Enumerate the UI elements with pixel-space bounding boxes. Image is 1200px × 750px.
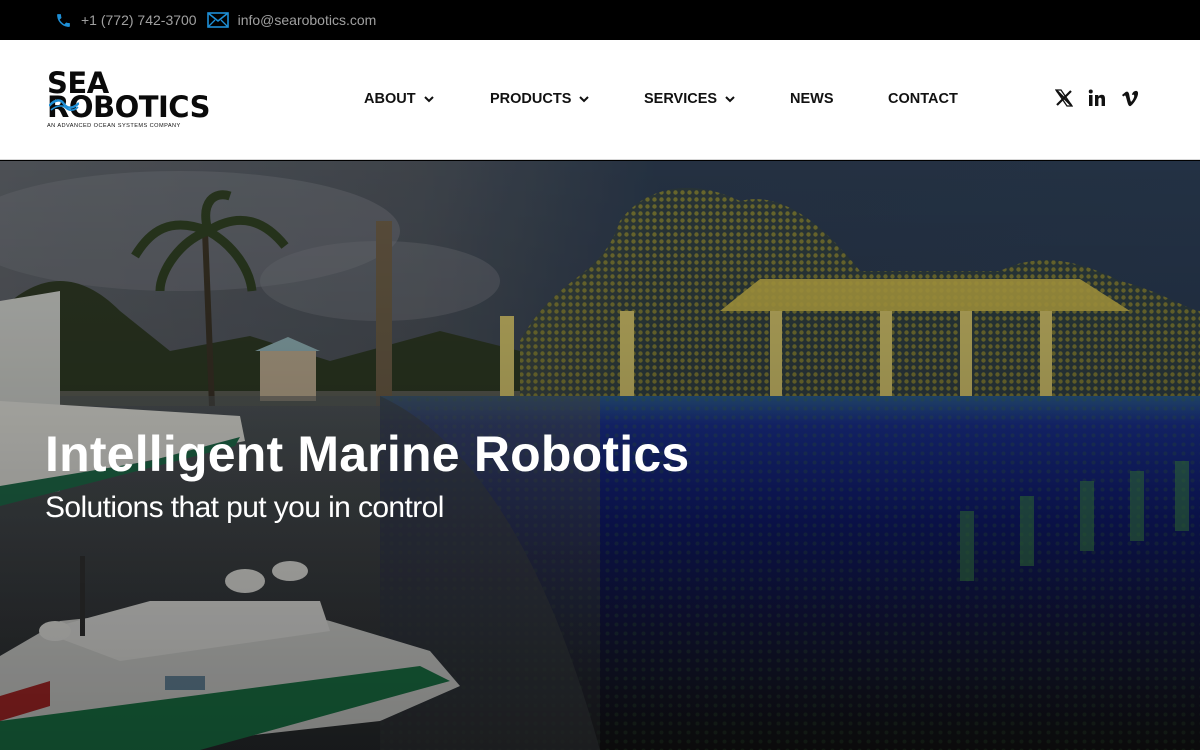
nav-label: NEWS	[790, 91, 834, 107]
nav-item-news[interactable]: NEWS	[790, 91, 834, 107]
nav-item-about[interactable]: ABOUT	[364, 91, 434, 107]
nav-item-contact[interactable]: CONTACT	[888, 91, 958, 107]
nav-label: PRODUCTS	[490, 91, 572, 107]
top-contact-bar: +1 (772) 742-3700 info@searobotics.com	[0, 0, 1200, 40]
chevron-down-icon	[725, 96, 735, 103]
nav-item-services[interactable]: SERVICES	[644, 91, 735, 107]
nav-label: SERVICES	[644, 91, 718, 107]
phone-icon	[57, 13, 70, 27]
envelope-icon	[206, 12, 229, 28]
email-address[interactable]: info@searobotics.com	[238, 12, 377, 28]
nav-item-products[interactable]: PRODUCTS	[490, 91, 590, 107]
vimeo-icon[interactable]	[1121, 90, 1139, 107]
site-header: SEA ROBOTICS AN ADVANCED OCEAN SYSTEMS C…	[0, 40, 1200, 160]
main-nav: ABOUT PRODUCTS SERVICES NEWS CONTACT	[0, 40, 1200, 160]
hero-title: Intelligent Marine Robotics	[45, 426, 690, 482]
phone-number[interactable]: +1 (772) 742-3700	[81, 12, 197, 28]
phone-contact[interactable]: +1 (772) 742-3700	[55, 12, 197, 29]
hero-banner: Intelligent Marine Robotics Solutions th…	[0, 161, 1200, 750]
nav-label: ABOUT	[364, 91, 416, 107]
linkedin-icon[interactable]	[1088, 89, 1106, 107]
nav-label: CONTACT	[888, 91, 958, 107]
x-icon[interactable]	[1055, 89, 1073, 107]
email-contact[interactable]: info@searobotics.com	[206, 12, 377, 28]
hero-subtitle: Solutions that put you in control	[45, 491, 444, 524]
chevron-down-icon	[579, 96, 590, 103]
chevron-down-icon	[423, 96, 434, 103]
social-links	[1055, 89, 1139, 107]
